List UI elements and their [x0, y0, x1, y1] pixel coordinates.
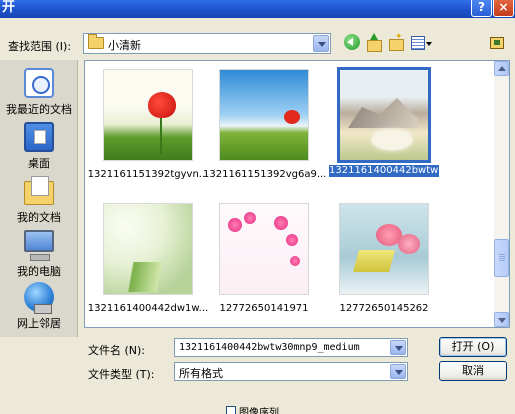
place-network[interactable]: 网上邻居 [0, 282, 78, 332]
file-name: 1321161151392tgyvn... [87, 169, 209, 180]
filename-label: 文件名 (N): [88, 344, 146, 357]
place-label: 我的文档 [17, 211, 61, 224]
title-bar[interactable]: 开 ? × [0, 0, 515, 18]
my-documents-icon [24, 176, 54, 205]
network-places-icon [24, 282, 54, 314]
help-button[interactable]: ? [471, 0, 492, 17]
file-thumbnail-list[interactable]: 1321161151392tgyvn... 1321161151392vg6a9… [84, 60, 510, 328]
filename-combobox[interactable]: 1321161400442bwtw30mnp9_medium [174, 338, 408, 357]
place-my-computer[interactable]: 我的电脑 [0, 230, 78, 280]
close-button[interactable]: × [493, 0, 514, 17]
file-thumbnail [339, 203, 429, 295]
filetype-select[interactable]: 所有格式 [174, 362, 408, 381]
window-title: 开 [2, 0, 16, 15]
look-in-value: 小清新 [108, 39, 141, 52]
file-name: 1321161400442dw1w... [87, 303, 209, 314]
place-label: 网上邻居 [17, 317, 61, 330]
scroll-down-icon[interactable] [494, 312, 509, 327]
up-folder-icon[interactable] [366, 33, 382, 52]
chevron-down-icon[interactable] [390, 340, 406, 355]
filetype-value: 所有格式 [179, 367, 223, 380]
place-label: 我的电脑 [17, 265, 61, 278]
file-name: 1321161151392vg6a9... [203, 169, 327, 180]
file-thumbnail [219, 69, 309, 161]
file-name: 12772650145262 [339, 303, 429, 314]
look-in-dropdown[interactable]: 小清新 [83, 33, 331, 54]
place-label: 桌面 [28, 157, 50, 170]
file-thumbnail [337, 67, 431, 163]
folder-icon [88, 34, 104, 49]
place-label: 我最近的文档 [6, 103, 72, 116]
file-name: 12772650141971 [219, 303, 309, 314]
place-recent-documents[interactable]: 我最近的文档 [0, 68, 78, 118]
file-thumbnail [103, 69, 193, 161]
place-desktop[interactable]: 桌面 [0, 122, 78, 172]
open-button[interactable]: 打开 (O) [439, 337, 507, 357]
back-icon[interactable] [344, 34, 360, 50]
desktop-icon [24, 122, 54, 152]
cancel-button[interactable]: 取消 [439, 361, 507, 381]
file-name: 1321161400442bwtw30mnp9_medium [329, 165, 510, 177]
filename-value: 1321161400442bwtw30mnp9_medium [179, 342, 360, 353]
image-sequence-checkbox[interactable] [226, 406, 236, 414]
chevron-down-icon[interactable] [390, 364, 406, 379]
place-my-documents[interactable]: 我的文档 [0, 176, 78, 226]
file-thumbnail [103, 203, 193, 295]
chevron-down-icon[interactable] [313, 35, 329, 52]
new-folder-icon[interactable] [388, 32, 404, 52]
places-bar: 我最近的文档 桌面 我的文档 我的电脑 网上邻居 [0, 60, 78, 337]
views-menu-icon[interactable] [410, 34, 434, 52]
recent-documents-icon [24, 68, 54, 98]
preview-icon[interactable] [490, 37, 504, 49]
filetype-label: 文件类型 (T): [88, 368, 155, 381]
scroll-up-icon[interactable] [494, 61, 509, 76]
image-sequence-label: 图像序列 [239, 408, 279, 414]
open-file-dialog: 开 ? × 查找范围 (I): 小清新 我最近的文档 桌面 我的文档 我的电脑 [0, 0, 515, 414]
look-in-label: 查找范围 (I): [8, 40, 72, 53]
scrollbar-thumb[interactable] [494, 239, 509, 277]
my-computer-icon [24, 230, 54, 261]
file-thumbnail [219, 203, 309, 295]
vertical-scrollbar[interactable] [494, 61, 509, 327]
